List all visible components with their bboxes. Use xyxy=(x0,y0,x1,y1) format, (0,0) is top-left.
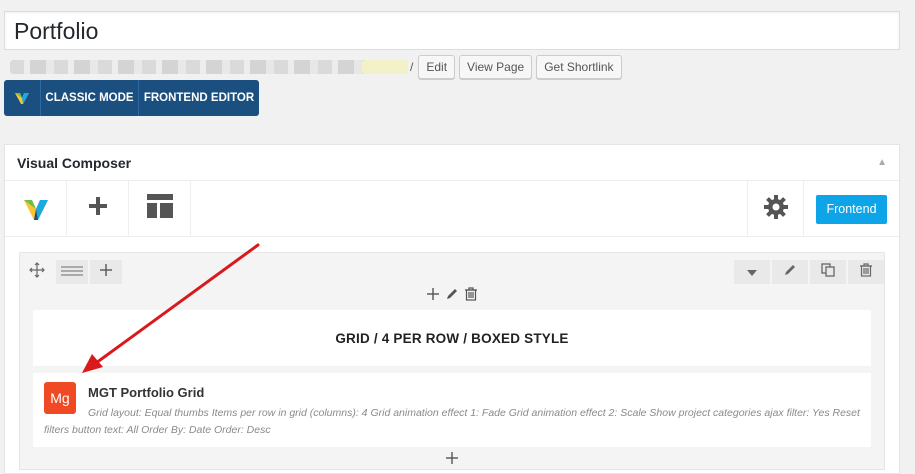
row-controls xyxy=(20,253,884,284)
edit-permalink-button[interactable]: Edit xyxy=(418,55,456,79)
row-delete-button[interactable] xyxy=(848,260,884,284)
element-title: MGT Portfolio Grid xyxy=(88,385,205,400)
permalink-url-redacted[interactable] xyxy=(10,60,408,74)
vc-logo-icon xyxy=(4,80,41,116)
composer-row: GRID / 4 PER ROW / BOXED STYLE Mg MGT Po… xyxy=(19,252,885,470)
composer-toolbar: Frontend xyxy=(5,180,899,237)
clone-icon xyxy=(821,262,835,282)
plus-icon xyxy=(100,263,112,281)
add-element-button[interactable] xyxy=(67,180,129,237)
row-actions xyxy=(732,260,884,284)
classic-mode-button[interactable]: CLASSIC MODE xyxy=(41,80,139,116)
vc-logo-icon[interactable] xyxy=(5,180,67,237)
templates-button[interactable] xyxy=(129,180,191,237)
collapse-toggle-icon[interactable]: ▲ xyxy=(877,157,887,168)
element-description: Grid layout: Equal thumbs Items per row … xyxy=(44,407,860,436)
column-edit-button[interactable] xyxy=(445,287,459,306)
trash-icon xyxy=(860,262,872,282)
pencil-icon xyxy=(783,263,797,282)
get-shortlink-button[interactable]: Get Shortlink xyxy=(536,55,622,79)
row-clone-button[interactable] xyxy=(810,260,846,284)
column-delete-button[interactable] xyxy=(465,286,477,306)
row-edit-button[interactable] xyxy=(772,260,808,284)
template-icon xyxy=(146,194,173,223)
row-toggle-button[interactable] xyxy=(734,260,770,284)
add-element-bottom-button[interactable] xyxy=(20,451,884,469)
composer-mode-switch: CLASSIC MODE FRONTEND EDITOR xyxy=(4,80,259,116)
frontend-editor-button[interactable]: FRONTEND EDITOR xyxy=(139,80,259,116)
visual-composer-panel: Visual Composer ▲ Frontend GRID / 4 PER … xyxy=(4,144,900,474)
portfolio-grid-element[interactable]: Mg MGT Portfolio Grid Grid layout: Equal… xyxy=(33,373,871,447)
column-add-button[interactable] xyxy=(427,287,439,305)
frontend-button[interactable]: Frontend xyxy=(816,194,887,224)
settings-button[interactable] xyxy=(747,181,803,237)
text-block-element[interactable]: GRID / 4 PER ROW / BOXED STYLE xyxy=(33,310,871,366)
permalink-suffix: / xyxy=(410,60,414,74)
columns-icon xyxy=(61,263,83,281)
panel-title: Visual Composer xyxy=(17,154,132,171)
frontend-button-wrap: Frontend xyxy=(803,181,899,237)
plus-icon xyxy=(88,196,108,221)
view-page-button[interactable]: View Page xyxy=(459,55,533,79)
post-title-input[interactable]: Portfolio xyxy=(4,11,900,50)
move-icon xyxy=(29,261,45,283)
gear-icon xyxy=(763,194,788,224)
plus-icon xyxy=(446,451,458,469)
row-add-column-button[interactable] xyxy=(90,260,122,284)
column-controls xyxy=(20,284,884,308)
row-layout-button[interactable] xyxy=(56,260,88,284)
chevron-down-icon xyxy=(747,263,757,281)
panel-header: Visual Composer ▲ xyxy=(5,145,899,181)
row-move-handle[interactable] xyxy=(20,260,54,284)
permalink-row: / Edit View Page Get Shortlink xyxy=(10,55,626,79)
